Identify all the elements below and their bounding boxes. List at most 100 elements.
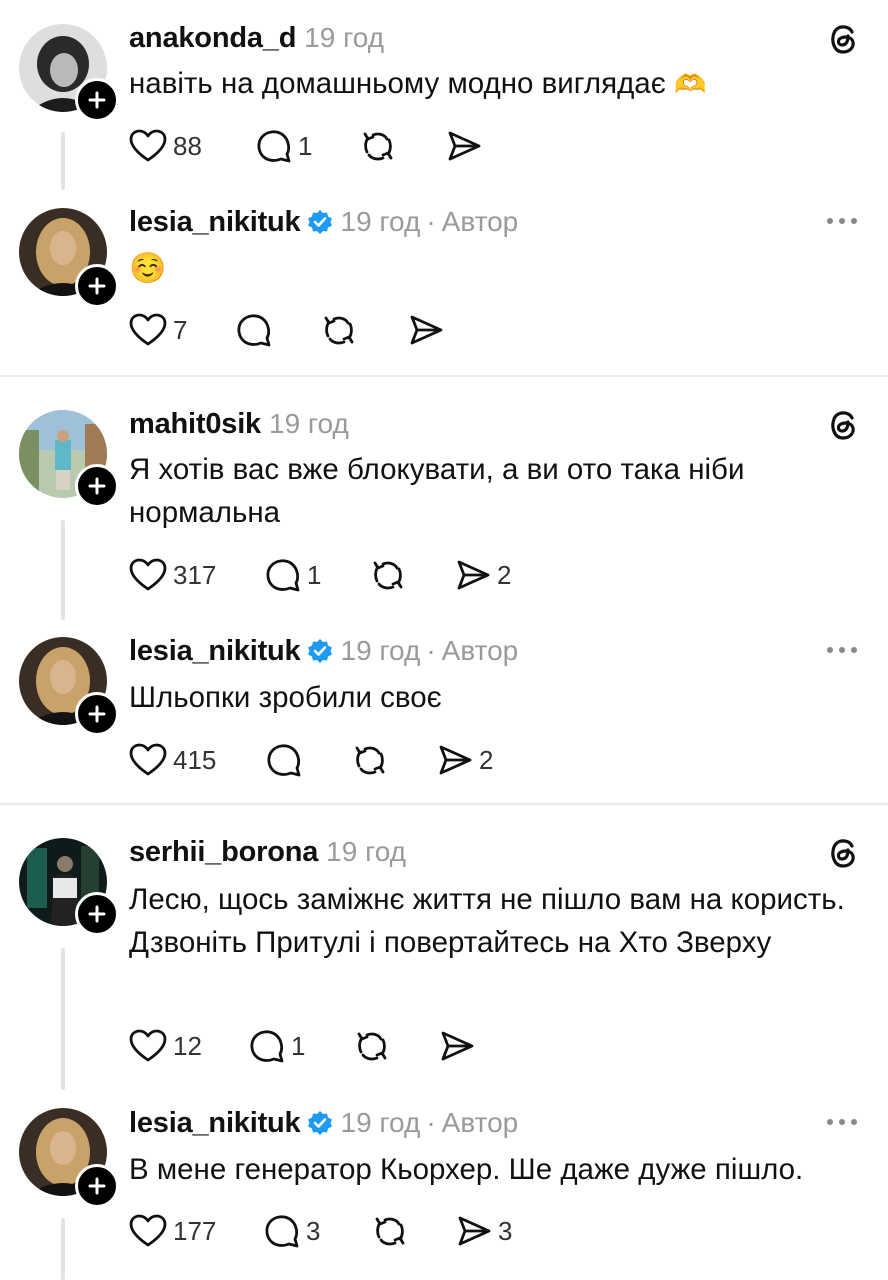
like-button[interactable]: 88 — [129, 126, 202, 166]
reply-button[interactable]: 1 — [256, 126, 312, 166]
timestamp: 19 год — [326, 836, 406, 867]
follow-button[interactable] — [75, 464, 119, 508]
plus-icon — [88, 477, 106, 495]
plus-icon — [88, 705, 106, 723]
username[interactable]: lesia_nikituk — [129, 635, 301, 668]
follow-button[interactable] — [75, 1164, 119, 1208]
repost-button[interactable] — [370, 555, 406, 595]
follow-button[interactable] — [75, 264, 119, 308]
more-icon[interactable] — [826, 206, 858, 241]
like-count: 177 — [173, 1215, 217, 1246]
share-count: 2 — [497, 559, 512, 590]
heart-icon — [129, 1029, 167, 1062]
heart-icon — [129, 743, 167, 776]
timestamp: 19 год — [269, 408, 349, 439]
comment-text: В мене генератор Кьорхер. Ше даже дуже п… — [129, 1153, 804, 1186]
like-count: 88 — [173, 130, 202, 161]
reply-button[interactable] — [266, 740, 302, 780]
heart-icon — [129, 558, 167, 591]
like-button[interactable]: 12 — [129, 1026, 202, 1066]
like-count: 317 — [173, 559, 217, 590]
reply-button[interactable]: 1 — [249, 1026, 305, 1066]
like-button[interactable]: 317 — [129, 555, 216, 595]
verified-badge-icon — [307, 210, 332, 234]
send-icon — [410, 315, 443, 345]
repost-button[interactable] — [354, 1026, 390, 1066]
share-button[interactable] — [439, 1026, 475, 1066]
author-label: Автор — [441, 206, 519, 237]
username[interactable]: anakonda_d — [129, 22, 296, 55]
share-button[interactable]: 2 — [455, 555, 511, 595]
repost-icon — [357, 1032, 387, 1061]
repost-icon — [324, 316, 354, 345]
comment-icon — [266, 559, 300, 592]
comment-text: Я хотів вас вже блокувати, а ви ото така… — [129, 453, 745, 529]
timestamp: 19 год — [304, 22, 385, 53]
emoji: 🫶 — [673, 69, 707, 99]
share-button[interactable] — [408, 310, 444, 350]
repost-icon — [373, 561, 403, 590]
like-button[interactable]: 415 — [129, 740, 216, 780]
plus-icon — [88, 277, 106, 295]
threads-logo-icon[interactable] — [828, 408, 858, 447]
threads-logo-icon[interactable] — [828, 22, 858, 61]
separator: · — [426, 635, 436, 666]
more-icon[interactable] — [826, 1107, 858, 1142]
username[interactable]: lesia_nikituk — [129, 1107, 301, 1140]
follow-button[interactable] — [75, 78, 119, 122]
verified-badge-icon — [307, 1111, 332, 1135]
comment-text: Шльопки зробили своє — [129, 681, 442, 714]
send-icon — [458, 1216, 491, 1246]
threads-logo-icon[interactable] — [828, 836, 858, 875]
thread-line — [61, 132, 65, 190]
plus-icon — [88, 905, 106, 923]
comment-text: Лесю, щось заміжнє життя не пішло вам на… — [129, 883, 845, 959]
like-button[interactable]: 7 — [129, 310, 187, 350]
repost-icon — [363, 132, 393, 161]
reply-button[interactable]: 1 — [265, 555, 321, 595]
repost-button[interactable] — [360, 126, 396, 166]
separator: · — [426, 1107, 436, 1138]
reply-count: 1 — [298, 130, 313, 161]
more-icon[interactable] — [826, 635, 858, 670]
like-count: 7 — [173, 314, 188, 345]
send-icon — [441, 1031, 474, 1061]
share-count: 2 — [479, 744, 494, 775]
like-count: 12 — [173, 1030, 202, 1061]
repost-icon — [355, 746, 385, 775]
like-count: 415 — [173, 744, 217, 775]
comment-icon — [237, 314, 271, 347]
share-button[interactable]: 2 — [437, 740, 493, 780]
username[interactable]: lesia_nikituk — [129, 206, 301, 239]
emoji: ☺️ — [129, 252, 167, 285]
username[interactable]: mahit0sik — [129, 408, 261, 441]
send-icon — [439, 745, 472, 775]
separator: · — [426, 206, 436, 237]
repost-button[interactable] — [352, 740, 388, 780]
share-button[interactable] — [446, 126, 488, 166]
timestamp: 19 год — [340, 206, 421, 237]
author-label: Автор — [441, 1107, 519, 1138]
comment-icon — [250, 1030, 284, 1063]
reply-button[interactable]: 3 — [264, 1211, 320, 1251]
reply-button[interactable] — [236, 310, 272, 350]
thread-line — [61, 1218, 65, 1280]
verified-badge-icon — [307, 639, 332, 663]
repost-button[interactable] — [321, 310, 357, 350]
share-button[interactable]: 3 — [456, 1211, 512, 1251]
reply-count: 1 — [307, 559, 322, 590]
username[interactable]: serhii_borona — [129, 836, 318, 869]
repost-button[interactable] — [372, 1211, 408, 1251]
comment-icon — [267, 744, 301, 777]
comment-icon — [257, 130, 291, 163]
send-icon — [448, 131, 481, 161]
follow-button[interactable] — [75, 692, 119, 736]
timestamp: 19 год — [340, 1107, 421, 1138]
send-icon — [457, 560, 490, 590]
comment-text: навіть на домашньому модно виглядає — [129, 67, 666, 100]
follow-button[interactable] — [75, 892, 119, 936]
like-button[interactable]: 177 — [129, 1211, 216, 1251]
divider — [0, 803, 888, 805]
thread-line — [61, 520, 65, 620]
thread-line — [61, 948, 65, 1090]
